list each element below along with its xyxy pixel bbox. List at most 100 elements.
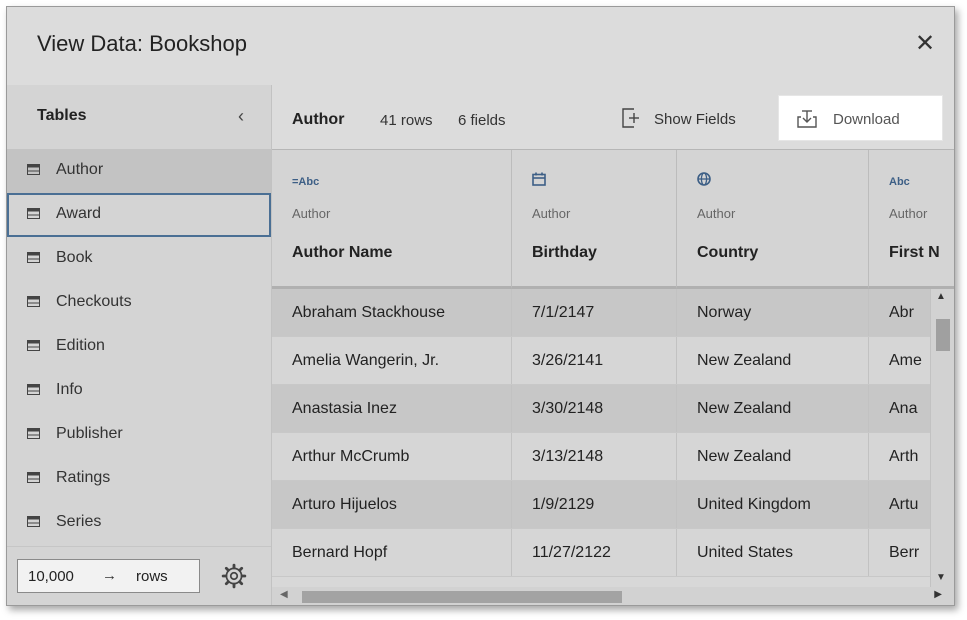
table-cell: Abraham Stackhouse [272,289,512,336]
close-button[interactable]: ✕ [910,29,940,59]
row-count: 41 rows [380,112,433,129]
data-grid: =Abc Author Author Name Author Birthday [272,150,954,605]
rows-label: rows [136,568,168,585]
table-cell: Artu [889,496,919,513]
table-cell: Ana [889,400,918,417]
sidebar-item-label: Publisher [56,425,123,442]
sidebar-item-ratings[interactable]: Ratings [7,457,271,501]
table-icon [27,252,40,264]
sidebar-item-author[interactable]: Author [7,149,271,193]
table-cell: Berr [889,544,920,561]
sidebar-item-book[interactable]: Book [7,237,271,281]
scroll-left-icon[interactable]: ◀ [280,589,288,600]
column-name: Birthday [532,244,597,261]
vertical-scroll-thumb[interactable] [936,319,950,351]
table-list: Author Award Book Checkouts Edition Info… [7,149,271,545]
field-count: 6 fields [458,112,506,129]
sidebar-item-label: Checkouts [56,293,132,310]
sidebar-item-series[interactable]: Series [7,501,271,545]
column-source: Author [889,206,928,221]
table-cell: 3/13/2148 [512,433,677,480]
collapse-sidebar-button[interactable]: ‹ [231,103,251,129]
download-button[interactable]: Download [778,95,943,141]
column-header-first-name[interactable]: Abc Author First N [869,150,954,289]
sidebar-item-publisher[interactable]: Publisher [7,413,271,457]
table-row[interactable]: Arturo Hijuelos 1/9/2129 United Kingdom … [272,481,954,529]
sidebar-item-checkouts[interactable]: Checkouts [7,281,271,325]
arrow-right-icon: → [102,567,117,584]
table-cell: 3/26/2141 [512,337,677,384]
download-label: Download [833,111,900,128]
vertical-scrollbar[interactable]: ▲ ▼ [930,289,954,587]
data-toolbar: Author 41 rows 6 fields Show Fields Down… [272,85,954,150]
dialog-titlebar: View Data: Bookshop ✕ [7,7,954,85]
sidebar-item-label: Book [56,249,93,266]
sidebar-item-label: Edition [56,337,105,354]
table-cell: 7/1/2147 [512,289,677,336]
row-limit-input[interactable]: 10,000 → rows [17,559,200,593]
table-cell: 11/27/2122 [512,529,677,576]
sidebar-title: Tables [37,107,87,124]
calculated-string-icon: =Abc [292,176,320,188]
table-icon [27,340,40,352]
column-name: Author Name [292,244,393,261]
table-cell: 1/9/2129 [512,481,677,528]
calendar-icon [532,172,546,186]
scroll-right-icon[interactable]: ▶ [934,589,942,600]
table-row[interactable]: Arthur McCrumb 3/13/2148 New Zealand Art… [272,433,954,481]
sidebar-item-edition[interactable]: Edition [7,325,271,369]
current-table-name: Author [292,111,345,128]
table-cell: Abr [889,304,914,321]
column-source: Author [532,206,571,221]
show-fields-icon [622,108,639,128]
view-data-dialog: View Data: Bookshop ✕ Tables ‹ Author Aw… [6,6,955,606]
table-row[interactable]: Amelia Wangerin, Jr. 3/26/2141 New Zeala… [272,337,954,385]
dialog-title: View Data: Bookshop [37,31,247,56]
table-cell: United States [677,529,869,576]
table-icon [27,164,40,176]
sidebar-item-label: Ratings [56,469,111,486]
horizontal-scrollbar[interactable]: ◀ ▶ [272,587,954,605]
table-cell: New Zealand [677,337,869,384]
sidebar-item-award[interactable]: Award [7,193,271,237]
table-icon [27,296,40,308]
sidebar-footer: 10,000 → rows [7,546,271,605]
show-fields-button[interactable]: Show Fields [622,103,776,133]
column-name: First N [889,244,940,261]
table-cell: Arthur McCrumb [272,433,512,480]
sidebar-item-label: Series [56,513,102,530]
table-cell: 3/30/2148 [512,385,677,432]
column-header-country[interactable]: Author Country [677,150,869,289]
sidebar-item-label: Info [56,381,83,398]
sidebar-item-info[interactable]: Info [7,369,271,413]
table-cell: Anastasia Inez [272,385,512,432]
column-header-author-name[interactable]: =Abc Author Author Name [272,150,512,289]
table-cell: Arth [889,448,919,465]
column-header-birthday[interactable]: Author Birthday [512,150,677,289]
show-fields-label: Show Fields [654,111,736,128]
horizontal-scroll-thumb[interactable] [302,591,622,603]
table-cell: Norway [677,289,869,336]
table-icon [27,384,40,396]
scroll-up-icon[interactable]: ▲ [936,291,946,302]
sidebar-item-label: Author [56,161,104,178]
table-cell: New Zealand [677,385,869,432]
table-cell: New Zealand [677,433,869,480]
data-panel: Author 41 rows 6 fields Show Fields Down… [272,85,954,605]
table-row[interactable]: Bernard Hopf 11/27/2122 United States Be… [272,529,954,577]
string-icon: Abc [889,176,910,188]
table-icon [27,428,40,440]
table-row[interactable]: Anastasia Inez 3/30/2148 New Zealand Ana [272,385,954,433]
table-cell: Amelia Wangerin, Jr. [272,337,512,384]
gear-icon[interactable] [221,563,247,589]
sidebar-header: Tables ‹ [7,85,271,150]
globe-icon [697,172,711,186]
table-icon [27,208,40,220]
scroll-down-icon[interactable]: ▼ [936,572,946,583]
row-limit-value: 10,000 [28,568,74,585]
table-cell: Ame [889,352,922,369]
column-name: Country [697,244,759,261]
table-row[interactable]: Abraham Stackhouse 7/1/2147 Norway Abr [272,289,954,337]
column-source: Author [292,206,331,221]
table-icon [27,516,40,528]
